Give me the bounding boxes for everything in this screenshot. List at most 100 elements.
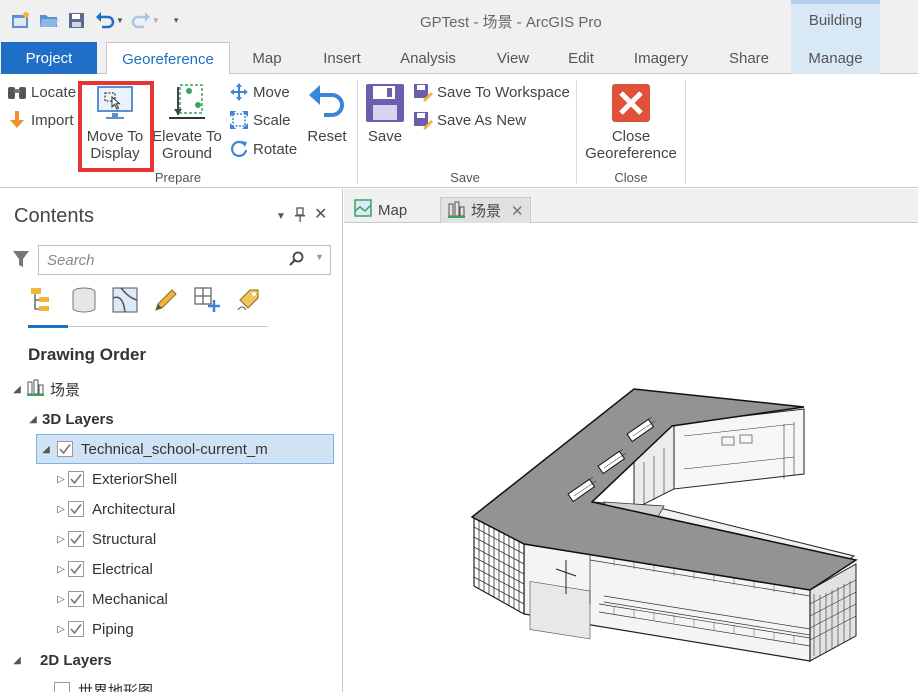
save-as-new-button[interactable]: Save As New [412,108,526,132]
layer-visibility-checkbox[interactable] [57,441,73,457]
list-by-drawing-order-icon[interactable] [28,285,58,315]
list-by-editing-icon[interactable] [151,285,181,315]
tree-sublayer-electrical[interactable]: ▷ Electrical [54,555,153,583]
customize-qat-icon[interactable]: ▾ [174,15,179,26]
tab-share[interactable]: Share [718,42,780,74]
search-box: ▼ [38,245,331,275]
expand-arrow-icon[interactable]: ▷ [54,594,68,605]
layer-visibility-checkbox[interactable] [54,682,70,692]
redo-icon[interactable] [130,9,152,31]
collapse-arrow-icon[interactable]: ◢ [39,444,53,455]
ribbon-separator [357,80,358,184]
close-group-label: Close [614,170,648,185]
save-project-icon[interactable] [66,9,88,31]
import-button[interactable]: Import [6,108,74,132]
ribbon-tabs: Project Georeference Map Insert Analysis… [0,42,918,75]
collapse-arrow-icon[interactable]: ◢ [10,384,24,395]
tree-layer-world-terrain[interactable]: 世界地形图 [54,676,153,692]
expand-arrow-icon[interactable]: ▷ [54,534,68,545]
sublayer-checkbox[interactable] [68,561,84,577]
search-input[interactable] [47,250,277,270]
ribbon-separator [576,80,577,184]
collapse-arrow-icon[interactable]: ◢ [26,414,40,425]
close-pane-icon[interactable]: ✕ [314,204,327,224]
save-button[interactable]: Save [364,82,406,145]
tab-insert[interactable]: Insert [312,42,372,74]
tab-project[interactable]: Project [1,42,97,74]
list-by-selection-icon[interactable] [110,285,140,315]
tree-sublayer-piping[interactable]: ▷ Piping [54,615,134,643]
locate-button[interactable]: Locate [6,80,76,104]
tree-2d-layers[interactable]: ◢ 2D Layers [10,646,112,674]
save-to-workspace-label: Save To Workspace [437,83,570,101]
binoculars-icon [6,81,28,103]
collapse-arrow-icon[interactable]: ◢ [10,655,24,666]
tab-map[interactable]: Map [240,42,294,74]
pin-icon[interactable] [294,207,306,227]
open-project-icon[interactable] [38,9,60,31]
title-bar: ▼ ▼ ▾ GPTest - 场景 - ArcGIS Pro Building [0,0,918,74]
elevate-to-ground-button[interactable]: Elevate To Ground [152,82,222,162]
expand-arrow-icon[interactable]: ▷ [54,474,68,485]
close-tab-icon[interactable]: ✕ [511,202,524,220]
move-to-display-highlight [78,81,154,172]
reset-button[interactable]: Reset [304,82,350,145]
save-disk-icon [364,82,406,124]
view-tab-scene[interactable]: 场景 ✕ [440,197,531,223]
tab-view[interactable]: View [486,42,540,74]
move-arrows-icon [228,81,250,103]
expand-arrow-icon[interactable]: ▷ [54,504,68,515]
tab-edit[interactable]: Edit [558,42,604,74]
save-to-workspace-icon [412,81,434,103]
scene-label: 场景 [50,381,81,399]
redo-dropdown-icon[interactable]: ▼ [152,16,160,25]
search-icon[interactable] [289,251,305,270]
contents-view-toolbar [28,285,263,315]
tree-sublayer-architectural[interactable]: ▷ Architectural [54,495,175,523]
rotate-button[interactable]: Rotate [228,137,297,161]
expand-arrow-icon[interactable]: ▷ [54,564,68,575]
undo-dropdown-icon[interactable]: ▼ [116,16,124,25]
search-dropdown-icon[interactable]: ▼ [315,252,324,262]
list-by-labeling-icon[interactable] [233,285,263,315]
sublayer-checkbox[interactable] [68,591,84,607]
building-model [470,388,858,662]
move-button[interactable]: Move [228,80,290,104]
scene-view[interactable] [344,224,918,692]
tab-georeference[interactable]: Georeference [106,42,230,75]
new-project-icon[interactable] [10,9,32,31]
tree-sublayer-exteriorshell[interactable]: ▷ ExteriorShell [54,465,177,493]
active-view-indicator [28,325,68,328]
scene-icon [26,378,44,400]
expand-arrow-icon[interactable]: ▷ [54,624,68,635]
undo-icon[interactable] [94,9,116,31]
tab-analysis[interactable]: Analysis [390,42,466,74]
tree-3d-layers[interactable]: ◢ 3D Layers [26,405,114,433]
save-to-workspace-button[interactable]: Save To Workspace [412,80,570,104]
sublayer-checkbox[interactable] [68,501,84,517]
sublayer-checkbox[interactable] [68,531,84,547]
view-tab-scene-label: 场景 [471,203,502,220]
filter-icon[interactable] [12,249,30,272]
tab-imagery[interactable]: Imagery [624,42,698,74]
reset-label: Reset [307,128,347,145]
tree-sublayer-structural[interactable]: ▷ Structural [54,525,156,553]
locate-label: Locate [31,83,77,101]
tree-scene[interactable]: ◢ 场景 [10,375,80,403]
view-tabs: Map 场景 ✕ [344,189,918,223]
tree-layer-technical-school[interactable]: ◢ Technical_school-current_m [36,434,334,464]
view-tab-map[interactable]: Map [348,197,413,223]
sublayer-checkbox[interactable] [68,471,84,487]
list-by-data-source-icon[interactable] [69,285,99,315]
close-georeference-label-2: Georeference [585,145,677,162]
import-label: Import [31,111,74,129]
pane-options-icon[interactable]: ▼ [276,211,286,222]
tab-manage[interactable]: Manage [791,42,880,74]
list-by-snapping-icon[interactable] [192,285,222,315]
3d-layers-label: 3D Layers [42,410,114,428]
sublayer-label: ExteriorShell [92,470,178,488]
sublayer-checkbox[interactable] [68,621,84,637]
tree-sublayer-mechanical[interactable]: ▷ Mechanical [54,585,168,613]
scale-button[interactable]: Scale [228,108,291,132]
close-georeference-button[interactable]: Close Georeference [584,82,678,162]
